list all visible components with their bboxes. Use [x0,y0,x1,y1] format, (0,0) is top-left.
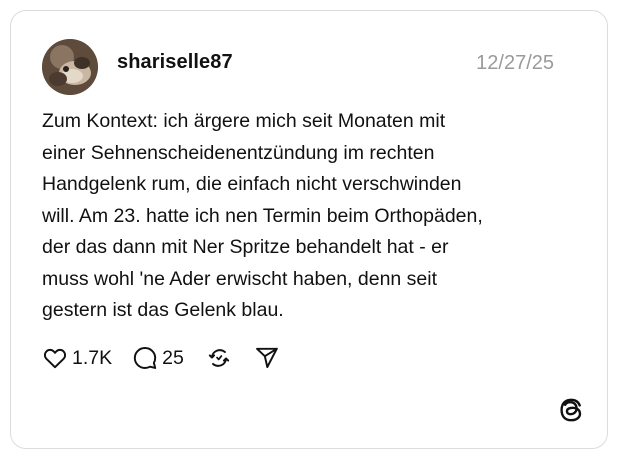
repost-button[interactable] [206,345,232,371]
reply-button[interactable]: 25 [132,345,184,371]
post-card: shariselle87 12/27/25 Zum Kontext: ich ä… [10,10,608,449]
like-count: 1.7K [72,346,113,369]
reply-count: 25 [162,346,184,369]
share-icon [254,345,280,371]
post-text: Zum Kontext: ich ärgere mich seit Monate… [42,110,483,321]
repost-icon [206,345,232,371]
comment-icon [132,345,158,371]
share-button[interactable] [254,345,280,371]
like-button[interactable]: 1.7K [42,345,112,371]
action-bar: 1.7K 25 [42,344,280,372]
timestamp: 12/27/25 [476,52,554,74]
threads-logo-icon [557,396,585,424]
username[interactable]: shariselle87 [117,51,233,74]
avatar[interactable] [42,39,98,95]
heart-icon [42,345,68,371]
